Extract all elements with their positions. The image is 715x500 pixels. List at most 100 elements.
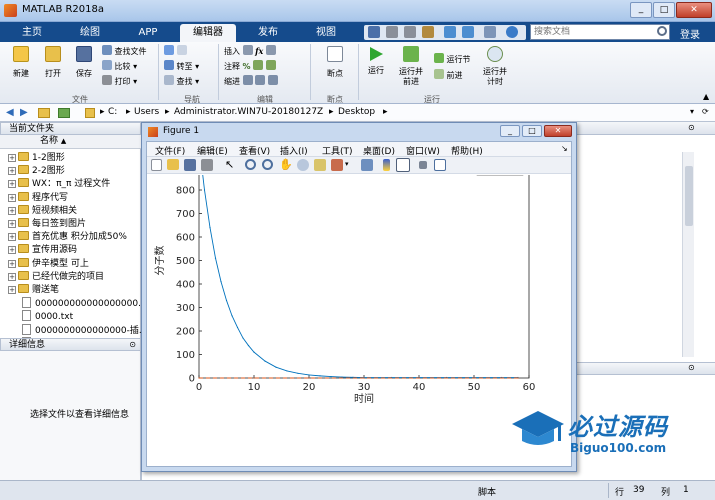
path-segment-desktop[interactable]: Desktop [338,107,375,117]
list-item[interactable]: + 短视频相关 [8,204,77,218]
tab-home[interactable]: 主页 [10,24,54,42]
login-button[interactable]: 登录 [680,26,700,41]
save-button[interactable]: 保存 [71,46,97,79]
path-dropdown-icon[interactable]: ▾ [690,107,694,116]
open-button[interactable]: 打开 [40,46,66,79]
tab-plots[interactable]: 绘图 [66,24,114,42]
indent-button[interactable]: 缩进 [224,75,278,87]
list-item[interactable]: 000000000000000000... [8,297,147,310]
figure-maximize-button[interactable]: □ [522,125,542,137]
zoom-out-icon[interactable] [262,159,273,170]
search-icon[interactable] [657,26,667,36]
forward-icon[interactable]: ▶ [20,107,28,118]
goto-button[interactable]: 转至 ▾ [164,60,199,72]
list-item[interactable]: 0000000000000000-插... [8,323,147,337]
scrollbar-thumb[interactable] [685,166,693,226]
open-file-icon[interactable] [167,159,179,170]
hide-plot-tools-icon[interactable] [419,161,427,169]
advance-button[interactable]: 前进 [434,69,463,81]
print-figure-icon[interactable] [201,159,213,171]
list-item[interactable]: + 已经代做完的项目 [8,270,104,284]
figure-menu-item[interactable]: 工具(T) [322,144,353,157]
list-item[interactable]: +1-2图形 [8,152,65,165]
expand-icon[interactable]: + [8,259,16,268]
figure-minimize-button[interactable]: _ [500,125,520,137]
figure-menu-item[interactable]: 文件(F) [155,144,185,157]
list-item[interactable]: + 每日签到图片 [8,218,86,231]
back-icon[interactable]: ◀ [6,107,14,118]
expand-icon[interactable]: + [8,246,16,255]
select-arrow-icon[interactable]: ↖ [225,158,234,171]
editor-scrollbar[interactable] [682,152,694,357]
figure-close-button[interactable]: ✕ [544,125,572,137]
menubar-dock-icon[interactable]: ↘ [561,144,568,153]
tab-apps[interactable]: APP [124,24,172,42]
brush-dropdown-icon[interactable]: ▾ [345,160,349,168]
zoom-in-icon[interactable] [245,159,256,170]
run-section-button[interactable]: 运行节 [434,53,471,65]
list-item[interactable]: +2-2图形 [8,165,65,178]
pan-hand-icon[interactable]: ✋ [279,158,293,171]
list-item[interactable]: + 程序代写 [8,191,68,205]
expand-icon[interactable]: + [8,180,16,189]
list-item[interactable]: 0000.txt [8,310,73,323]
find-files-button[interactable]: 查找文件 [102,45,147,57]
legend-icon[interactable] [396,158,410,172]
save-icon[interactable] [368,26,380,38]
list-item[interactable]: + 赠送笔 [8,284,59,297]
colorbar-icon[interactable] [383,159,390,171]
path-segment-user[interactable]: Administrator.WIN7U-20180127Z [174,107,323,117]
maximize-button[interactable]: □ [653,2,675,18]
close-button[interactable]: ✕ [676,2,712,18]
tab-publish[interactable]: 发布 [244,24,292,42]
show-plot-tools-icon[interactable] [434,159,446,171]
link-plot-icon[interactable] [361,159,373,171]
figure-menu-item[interactable]: 查看(V) [239,144,270,157]
undo-icon[interactable] [444,26,456,38]
up-folder-icon[interactable] [38,108,50,118]
paste-icon[interactable] [422,26,434,38]
find-button[interactable]: 查找 ▾ [164,75,199,87]
expand-icon[interactable]: + [8,154,16,162]
expand-icon[interactable]: + [8,233,16,242]
copy-icon[interactable] [404,26,416,38]
brush-icon[interactable] [331,159,343,171]
comment-button[interactable]: 注释 % [224,60,276,72]
figure-menu-item[interactable]: 桌面(D) [363,144,395,157]
save-figure-icon[interactable] [184,159,196,171]
breakpoints-button[interactable]: 断点 [320,46,350,79]
browse-folder-icon[interactable] [58,108,70,118]
tab-view[interactable]: 视图 [298,24,354,42]
path-segment-users[interactable]: Users [134,107,159,117]
minimize-button[interactable]: _ [630,2,652,18]
search-documentation-input[interactable] [530,24,670,40]
name-column-header[interactable]: 名称 ▲ [0,135,141,149]
expand-icon[interactable]: + [8,272,16,281]
tab-editor[interactable]: 编辑器 [180,24,236,42]
print-button[interactable]: 打印 ▾ [102,75,137,87]
rotate-3d-icon[interactable] [297,159,309,171]
help-icon[interactable] [506,26,518,38]
back-forward-buttons[interactable] [164,45,187,57]
cut-icon[interactable] [386,26,398,38]
figure-menu-item[interactable]: 插入(I) [280,144,308,157]
switch-windows-icon[interactable] [484,26,496,38]
list-item[interactable]: + 宣传用源码 [8,244,77,257]
figure-menu-item[interactable]: 窗口(W) [406,144,440,157]
new-button[interactable]: 新建 [8,46,34,79]
new-figure-icon[interactable] [151,159,162,171]
collapse-toolstrip-icon[interactable]: ▲ [703,92,709,101]
command-window-expand-icon[interactable]: ⊙ [688,363,695,372]
path-history-icon[interactable]: ⟳ [702,107,709,116]
run-button[interactable]: 运行 [362,46,390,76]
run-and-time-button[interactable]: 运行并 计时 [480,46,510,87]
redo-icon[interactable] [462,26,474,38]
expand-icon[interactable]: + [8,220,16,228]
data-cursor-icon[interactable] [314,159,326,171]
path-segment-drive[interactable]: C: [108,107,117,117]
details-expand-icon[interactable]: ⊙ [129,339,136,351]
figure-menu-item[interactable]: 编辑(E) [197,144,228,157]
editor-expand-icon[interactable]: ⊙ [688,123,695,132]
compare-button[interactable]: 比较 ▾ [102,60,137,72]
run-and-advance-button[interactable]: 运行并 前进 [396,46,426,87]
